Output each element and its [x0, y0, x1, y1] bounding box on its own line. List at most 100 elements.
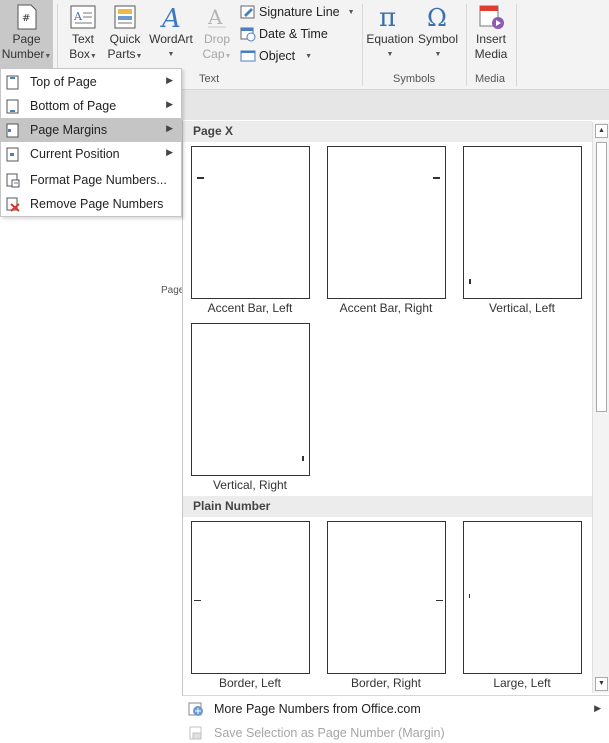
save-selection-icon [189, 726, 202, 740]
object-icon [240, 50, 256, 62]
gallery-item-caption: Border, Left [218, 676, 282, 690]
dropdown-arrow-icon: ▼ [434, 51, 442, 58]
drop-cap-label-1: Drop [203, 32, 230, 46]
text-box-label-1: Text [71, 32, 94, 46]
save-selection-label: Save Selection as Page Number (Margin) [214, 726, 445, 740]
object-button[interactable]: Object ▼ [240, 46, 312, 66]
calendar-clock-icon [240, 27, 256, 42]
group-separator [516, 4, 517, 86]
svg-text:A: A [73, 10, 83, 23]
symbols-group-label: Symbols [393, 73, 436, 85]
gallery-item-vertical-left[interactable] [463, 146, 582, 299]
chevron-right-icon: ▶ [166, 123, 173, 133]
page-number-mark [197, 177, 204, 179]
wordart-icon: A [160, 4, 181, 30]
menu-item-label: Remove Page Numbers [30, 197, 164, 211]
office-com-icon [188, 702, 203, 716]
menu-item-bottom-of-page[interactable]: Bottom of Page ▶ [1, 94, 181, 118]
menu-item-label: Top of Page [30, 75, 97, 89]
scrollbar-thumb[interactable] [596, 142, 607, 412]
menu-item-current-position[interactable]: Current Position ▶ [1, 142, 181, 166]
insert-media-label-1: Insert [475, 32, 506, 46]
svg-text:A: A [207, 5, 223, 29]
page-bottom-icon [6, 99, 19, 113]
menu-item-page-margins[interactable]: Page Margins ▶ [1, 118, 181, 142]
text-box-label-2: Box [69, 47, 90, 61]
menu-item-top-of-page[interactable]: Top of Page ▶ [1, 70, 181, 94]
wordart-button[interactable]: A WordArt ▼ [147, 0, 195, 70]
save-selection-item[interactable]: Save Selection as Page Number (Margin) [182, 721, 609, 743]
page-number-mark [469, 594, 470, 598]
text-box-icon: A [70, 5, 96, 29]
svg-text:π: π [379, 4, 396, 30]
menu-item-label: Page Margins [30, 123, 108, 137]
gallery-item-border-right[interactable] [327, 521, 446, 674]
dropdown-arrow-icon: ▼ [135, 53, 143, 60]
page-number-label-1: Page [12, 32, 41, 46]
page-current-icon [6, 147, 19, 161]
drop-cap-button[interactable]: A Drop Cap▼ [198, 0, 236, 70]
symbol-button[interactable]: Ω Symbol ▼ [417, 0, 459, 70]
page-number-button[interactable]: # Page Number▼ [0, 0, 53, 70]
dropdown-arrow-icon: ▼ [89, 53, 97, 60]
quick-parts-button[interactable]: Quick Parts▼ [105, 0, 145, 70]
insert-media-label-2: Media [474, 47, 508, 61]
page-number-icon: # [17, 4, 36, 30]
gallery-item-caption: Vertical, Right [212, 478, 288, 492]
more-page-numbers-label: More Page Numbers from Office.com [214, 702, 421, 716]
page-number-mark [469, 279, 471, 284]
scroll-down-arrow-icon[interactable]: ▼ [595, 677, 608, 691]
menu-item-remove-page-numbers[interactable]: Remove Page Numbers [1, 192, 181, 216]
media-group-label: Media [475, 73, 505, 85]
equation-button[interactable]: π Equation ▼ [366, 0, 414, 70]
page-margins-gallery: Page X Accent Bar, Left Accent Bar, Righ… [182, 120, 609, 743]
dropdown-arrow-icon: ▼ [224, 53, 232, 60]
gallery-item-border-left[interactable] [191, 521, 310, 674]
remove-numbers-icon [6, 197, 20, 212]
document-text-fragment: Page [161, 285, 185, 296]
page-top-icon [6, 75, 19, 89]
gallery-scrollbar[interactable]: ▲ ▼ [592, 122, 609, 693]
menu-item-label: Format Page Numbers... [30, 173, 167, 187]
gallery-item-accent-bar-right[interactable] [327, 146, 446, 299]
dropdown-arrow-icon: ▼ [347, 8, 355, 16]
dropdown-arrow-icon: ▼ [167, 51, 175, 58]
text-box-button[interactable]: A Text Box▼ [64, 0, 102, 70]
pi-icon: π [379, 4, 396, 30]
date-time-label: Date & Time [259, 27, 328, 41]
page-number-mark [436, 600, 443, 601]
gallery-item-large-left[interactable] [463, 521, 582, 674]
more-page-numbers-item[interactable]: More Page Numbers from Office.com ▶ [182, 697, 609, 721]
group-separator [362, 4, 363, 86]
menu-item-format-page-numbers[interactable]: Format Page Numbers... [1, 168, 181, 192]
format-numbers-icon [6, 173, 20, 187]
page-number-mark [194, 600, 201, 601]
chevron-right-icon: ▶ [166, 99, 173, 109]
chevron-right-icon: ▶ [166, 147, 173, 157]
gallery-item-vertical-right[interactable] [191, 323, 310, 476]
insert-media-button[interactable]: Insert Media [470, 0, 512, 70]
signature-line-button[interactable]: Signature Line ▼ [240, 2, 355, 22]
svg-text:A: A [160, 4, 181, 30]
page-number-mark [302, 456, 304, 461]
scroll-up-arrow-icon[interactable]: ▲ [595, 124, 608, 138]
dropdown-arrow-icon: ▼ [44, 53, 52, 60]
text-group-label: Text [199, 73, 220, 85]
symbol-label: Symbol [417, 32, 458, 46]
gallery-item-accent-bar-left[interactable] [191, 146, 310, 299]
gallery-item-caption: Large, Left [493, 676, 551, 690]
gallery-item-caption: Accent Bar, Right [339, 301, 433, 315]
page-number-mark [433, 177, 440, 179]
equation-label: Equation [366, 32, 414, 46]
section-header-plain-number: Plain Number [183, 496, 592, 517]
gallery-item-caption: Vertical, Left [488, 301, 556, 315]
svg-text:Ω: Ω [427, 4, 447, 30]
date-time-button[interactable]: Date & Time [240, 24, 328, 44]
section-header-page-x: Page X [183, 121, 592, 142]
gallery-item-caption: Accent Bar, Left [207, 301, 293, 315]
signature-pen-icon [240, 5, 255, 19]
page-number-menu: Top of Page ▶ Bottom of Page ▶ Page Marg… [0, 68, 182, 217]
chevron-right-icon: ▶ [594, 703, 601, 713]
quick-parts-label-1: Quick [109, 32, 141, 46]
gallery-footer: More Page Numbers from Office.com ▶ Save… [182, 695, 609, 743]
